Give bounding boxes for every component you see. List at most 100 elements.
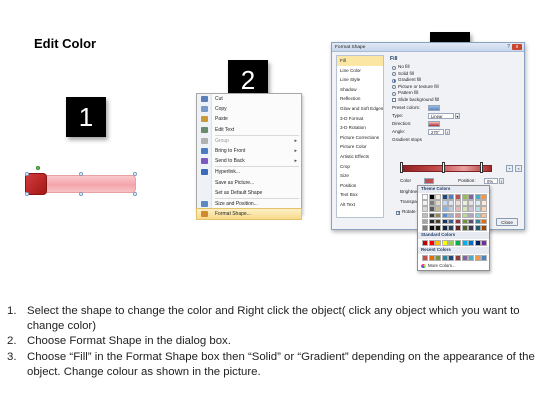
gradient-stop[interactable]	[442, 162, 445, 173]
selected-shape[interactable]	[22, 166, 137, 201]
color-swatch[interactable]	[448, 240, 455, 246]
color-swatch[interactable]	[461, 212, 468, 219]
fill-option-no-fill[interactable]: No fill	[388, 64, 522, 71]
position-spinner[interactable]: ↕	[499, 178, 504, 184]
color-swatch[interactable]	[441, 224, 448, 231]
color-swatch[interactable]	[435, 218, 442, 225]
category-line-style[interactable]: Line Style	[337, 75, 383, 85]
type-select[interactable]: Linear	[428, 112, 454, 119]
position-input[interactable]: 0%	[484, 178, 498, 184]
color-swatch[interactable]	[441, 240, 448, 246]
category-3-d-rotation[interactable]: 3-D Rotation	[337, 123, 383, 133]
color-swatch[interactable]	[441, 255, 448, 261]
type-dropdown-icon[interactable]: ▾	[455, 112, 460, 119]
category-line-color[interactable]: Line Color	[337, 66, 383, 76]
fill-radio[interactable]	[392, 65, 396, 70]
color-swatch[interactable]	[422, 194, 428, 200]
color-dropdown[interactable]	[424, 178, 434, 184]
color-swatch[interactable]	[481, 240, 488, 246]
color-swatch[interactable]	[468, 206, 475, 212]
category-picture-color[interactable]: Picture Color	[337, 142, 383, 152]
color-swatch[interactable]	[435, 240, 442, 246]
fill-radio[interactable]	[392, 72, 396, 77]
category-crop[interactable]: Crop	[337, 162, 383, 172]
color-swatch[interactable]	[474, 206, 481, 212]
color-swatch[interactable]	[441, 218, 448, 225]
slide-background-option[interactable]: Slide background fill	[388, 97, 522, 104]
color-swatch[interactable]	[441, 206, 448, 212]
color-swatch[interactable]	[468, 224, 475, 231]
preset-colors-dropdown[interactable]	[428, 104, 440, 111]
menu-item-send-to-back[interactable]: Send to Back ▸	[197, 156, 301, 166]
category-text-box[interactable]: Text Box	[337, 190, 383, 200]
color-swatch[interactable]	[481, 218, 488, 225]
color-swatch[interactable]	[474, 224, 481, 231]
color-swatch[interactable]	[428, 255, 435, 261]
resize-handle[interactable]	[133, 192, 137, 196]
resize-handle[interactable]	[133, 172, 137, 176]
color-swatch[interactable]	[435, 255, 442, 261]
add-stop-icon[interactable]: +	[506, 165, 513, 172]
category-reflection[interactable]: Reflection	[337, 94, 383, 104]
color-swatch[interactable]	[428, 224, 435, 231]
color-swatch[interactable]	[481, 200, 488, 206]
color-swatch[interactable]	[481, 255, 488, 261]
color-swatch[interactable]	[428, 240, 435, 246]
menu-item-paste[interactable]: Paste	[197, 114, 301, 124]
resize-handle[interactable]	[25, 192, 29, 196]
menu-item-format-shape[interactable]: Format Shape...	[196, 208, 302, 221]
color-swatch[interactable]	[474, 240, 481, 246]
color-swatch[interactable]	[454, 194, 461, 200]
color-swatch[interactable]	[428, 212, 435, 219]
color-swatch[interactable]	[454, 240, 461, 246]
category-alt-text[interactable]: Alt Text	[337, 200, 383, 210]
color-swatch[interactable]	[448, 200, 455, 206]
color-swatch[interactable]	[454, 255, 461, 261]
color-swatch[interactable]	[435, 224, 442, 231]
color-swatch[interactable]	[435, 194, 442, 200]
menu-item-size-and-position[interactable]: Size and Position...	[197, 199, 301, 209]
gradient-stop[interactable]	[400, 162, 403, 173]
color-swatch[interactable]	[474, 194, 481, 200]
category-artistic-effects[interactable]: Artistic Effects	[337, 152, 383, 162]
resize-handle[interactable]	[79, 172, 83, 176]
angle-input[interactable]: 270°	[428, 128, 444, 135]
color-swatch[interactable]	[468, 255, 475, 261]
color-swatch[interactable]	[454, 224, 461, 231]
color-swatch[interactable]	[474, 255, 481, 261]
category-position[interactable]: Position	[337, 181, 383, 191]
color-swatch[interactable]	[448, 255, 455, 261]
category-3-d-format[interactable]: 3-D Format	[337, 114, 383, 124]
fill-option-picture-or-texture-fill[interactable]: Picture or texture fill	[388, 84, 522, 91]
color-swatch[interactable]	[441, 212, 448, 219]
fill-radio[interactable]	[392, 78, 396, 83]
color-swatch[interactable]	[468, 194, 475, 200]
color-swatch[interactable]	[474, 200, 481, 206]
category-fill[interactable]: Fill	[337, 56, 383, 66]
close-button[interactable]: Close	[496, 218, 518, 226]
color-swatch[interactable]	[428, 218, 435, 225]
color-swatch[interactable]	[454, 206, 461, 212]
color-swatch[interactable]	[474, 212, 481, 219]
color-swatch[interactable]	[422, 224, 428, 231]
category-picture-corrections[interactable]: Picture Corrections	[337, 133, 383, 143]
color-swatch[interactable]	[468, 200, 475, 206]
color-swatch[interactable]	[428, 206, 435, 212]
color-swatch[interactable]	[428, 200, 435, 206]
fill-radio[interactable]	[392, 91, 396, 96]
color-swatch[interactable]	[461, 200, 468, 206]
color-swatch[interactable]	[481, 212, 488, 219]
fill-option-pattern-fill[interactable]: Pattern fill	[388, 90, 522, 97]
color-swatch[interactable]	[481, 224, 488, 231]
color-swatch[interactable]	[461, 240, 468, 246]
help-icon[interactable]: ?	[507, 44, 510, 50]
fill-option-gradient-fill[interactable]: Gradient fill	[388, 77, 522, 84]
rotation-handle[interactable]	[36, 166, 40, 170]
color-swatch[interactable]	[461, 224, 468, 231]
color-swatch[interactable]	[441, 194, 448, 200]
resize-handle[interactable]	[25, 172, 29, 176]
menu-item-save-as-picture[interactable]: Save as Picture...	[197, 178, 301, 188]
gradient-bar[interactable]	[400, 165, 492, 172]
color-swatch[interactable]	[454, 200, 461, 206]
color-swatch[interactable]	[468, 240, 475, 246]
